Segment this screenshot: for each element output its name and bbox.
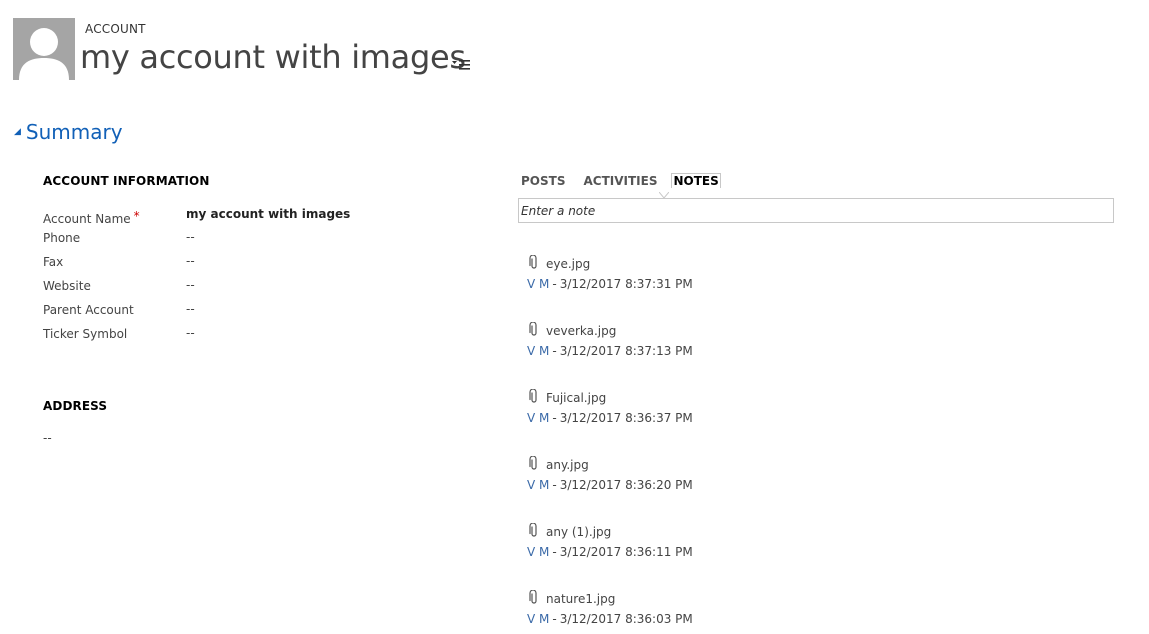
address-value[interactable]: --	[43, 431, 52, 445]
note-meta: V M -3/12/2017 8:37:31 PM	[527, 277, 693, 291]
field-value-account-name[interactable]: my account with images	[186, 207, 350, 221]
note-meta: V M -3/12/2017 8:36:11 PM	[527, 545, 693, 559]
note-meta: V M -3/12/2017 8:36:20 PM	[527, 478, 693, 492]
note-separator: -	[552, 277, 557, 291]
note-item: eye.jpg V M -3/12/2017 8:37:31 PM	[527, 254, 927, 298]
field-label-phone: Phone	[43, 231, 81, 245]
note-timestamp: 3/12/2017 8:36:20 PM	[559, 478, 693, 492]
note-author-link[interactable]: V M	[527, 478, 549, 492]
record-title: my account with images	[80, 38, 466, 76]
field-label-parent-account: Parent Account	[43, 303, 134, 317]
required-asterisk: *	[133, 209, 140, 223]
paperclip-icon	[529, 254, 539, 269]
note-timestamp: 3/12/2017 8:37:31 PM	[559, 277, 693, 291]
person-silhouette-icon	[19, 28, 69, 80]
section-summary-toggle[interactable]: ◢ Summary	[14, 120, 123, 144]
note-input[interactable]	[518, 198, 1114, 223]
note-author-link[interactable]: V M	[527, 277, 549, 291]
note-separator: -	[552, 545, 557, 559]
note-item: nature1.jpg V M -3/12/2017 8:36:03 PM	[527, 589, 927, 633]
note-separator: -	[552, 612, 557, 626]
collapse-triangle-icon: ◢	[14, 127, 21, 137]
note-author-link[interactable]: V M	[527, 344, 549, 358]
note-timestamp: 3/12/2017 8:36:11 PM	[559, 545, 693, 559]
note-timestamp: 3/12/2017 8:36:37 PM	[559, 411, 693, 425]
note-item: any.jpg V M -3/12/2017 8:36:20 PM	[527, 455, 927, 499]
social-tabs: POSTS ACTIVITIES NOTES	[519, 173, 735, 189]
field-value-fax[interactable]: --	[186, 254, 195, 268]
field-value-parent-account[interactable]: --	[186, 302, 195, 316]
address-heading: ADDRESS	[43, 399, 108, 413]
paperclip-icon	[529, 522, 539, 537]
tab-notes[interactable]: NOTES	[671, 173, 721, 188]
field-value-ticker-symbol[interactable]: --	[186, 326, 195, 340]
field-label-account-name: Account Name *	[43, 209, 140, 226]
note-item: Fujical.jpg V M -3/12/2017 8:36:37 PM	[527, 388, 927, 432]
note-separator: -	[552, 344, 557, 358]
field-value-phone[interactable]: --	[186, 230, 195, 244]
paperclip-icon	[529, 455, 539, 470]
list-menu-icon[interactable]	[452, 56, 472, 70]
tab-posts[interactable]: POSTS	[519, 174, 567, 189]
note-attachment-link[interactable]: any.jpg	[546, 458, 589, 472]
note-timestamp: 3/12/2017 8:37:13 PM	[559, 344, 693, 358]
paperclip-icon	[529, 321, 539, 336]
note-item: any (1).jpg V M -3/12/2017 8:36:11 PM	[527, 522, 927, 566]
tab-activities[interactable]: ACTIVITIES	[581, 174, 659, 189]
field-label-fax: Fax	[43, 255, 64, 269]
field-label-website: Website	[43, 279, 91, 293]
section-title: Summary	[25, 120, 123, 144]
note-attachment-link[interactable]: any (1).jpg	[546, 525, 611, 539]
note-meta: V M -3/12/2017 8:36:37 PM	[527, 411, 693, 425]
account-info-heading: ACCOUNT INFORMATION	[43, 174, 210, 188]
avatar[interactable]	[13, 18, 75, 80]
note-author-link[interactable]: V M	[527, 612, 549, 626]
note-timestamp: 3/12/2017 8:36:03 PM	[559, 612, 693, 626]
field-label-ticker-symbol: Ticker Symbol	[43, 327, 128, 341]
note-meta: V M -3/12/2017 8:37:13 PM	[527, 344, 693, 358]
paperclip-icon	[529, 589, 539, 604]
note-attachment-link[interactable]: eye.jpg	[546, 257, 590, 271]
note-separator: -	[552, 478, 557, 492]
field-value-website[interactable]: --	[186, 278, 195, 292]
entity-type-label: ACCOUNT	[85, 22, 146, 36]
note-item: veverka.jpg V M -3/12/2017 8:37:13 PM	[527, 321, 927, 365]
note-attachment-link[interactable]: nature1.jpg	[546, 592, 615, 606]
note-author-link[interactable]: V M	[527, 545, 549, 559]
note-attachment-link[interactable]: veverka.jpg	[546, 324, 616, 338]
note-attachment-link[interactable]: Fujical.jpg	[546, 391, 606, 405]
note-meta: V M -3/12/2017 8:36:03 PM	[527, 612, 693, 626]
note-separator: -	[552, 411, 557, 425]
note-author-link[interactable]: V M	[527, 411, 549, 425]
paperclip-icon	[529, 388, 539, 403]
